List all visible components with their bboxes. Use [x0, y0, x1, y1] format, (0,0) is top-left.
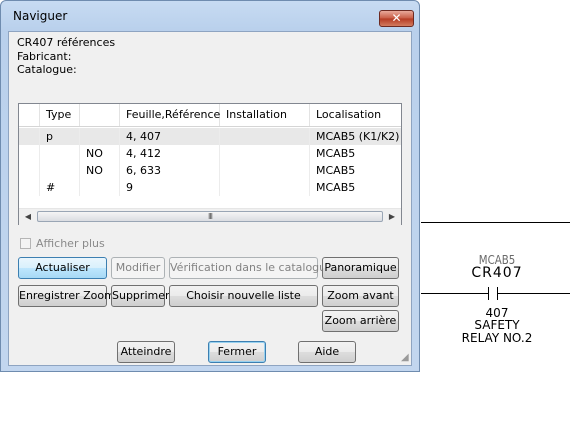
sheet-reference-cell: 4, 407 — [120, 128, 220, 145]
scroll-thumb[interactable]: III — [37, 211, 383, 222]
catalogue-label: Catalogue: — [17, 63, 77, 76]
type-cell — [40, 162, 80, 179]
row-cell — [19, 162, 40, 179]
refresh-button[interactable]: Actualiser — [18, 257, 107, 279]
fabricant-label: Fabricant: — [17, 50, 72, 63]
references-grid[interactable]: Type Feuille,Référence Installation Loca… — [18, 103, 402, 225]
modify-button[interactable]: Modifier — [111, 257, 165, 279]
table-row[interactable]: p 4, 407 MCAB5 (K1/K2) — [19, 128, 401, 145]
close-button[interactable]: Fermer — [208, 341, 266, 363]
zoom-in-button[interactable]: Zoom avant — [322, 285, 399, 307]
device-tag-label: CR407 — [471, 265, 523, 281]
grid-header: Type Feuille,Référence Installation Loca… — [19, 104, 401, 127]
delete-button[interactable]: Supprimer — [111, 285, 170, 307]
table-row[interactable]: NO 4, 412 MCAB5 — [19, 145, 401, 162]
sheet-reference-cell: 9 — [120, 179, 220, 196]
dialog-title: Naviguer — [13, 9, 68, 23]
title-bar[interactable]: Naviguer ✕ — [1, 1, 419, 31]
schematic-wire-left — [421, 293, 488, 294]
contact-plate-left — [488, 287, 489, 300]
column-header-installation[interactable]: Installation — [220, 104, 310, 126]
location-cell: MCAB5 — [316, 181, 356, 194]
save-zoom-button[interactable]: Enregistrer Zoom — [18, 285, 115, 307]
references-label: CR407 références — [17, 36, 116, 49]
close-icon: ✕ — [391, 11, 402, 25]
choose-list-button[interactable]: Choisir nouvelle liste — [169, 285, 318, 307]
column-header-location[interactable]: Localisation — [310, 104, 401, 126]
location-cell: MCAB5 (K1/K2) — [316, 130, 400, 143]
schematic-wire-right — [498, 293, 570, 294]
column-header[interactable] — [19, 104, 40, 126]
dialog-body: CR407 références Fabricant: Catalogue: T… — [8, 31, 412, 366]
description-line-2: RELAY NO.2 — [461, 331, 533, 345]
zoom-out-button[interactable]: Zoom arrière — [322, 310, 399, 332]
show-more-label: Afficher plus — [36, 237, 105, 250]
description-line-1: SAFETY — [474, 318, 520, 332]
help-button[interactable]: Aide — [298, 341, 356, 363]
installation-cell — [220, 162, 310, 179]
location-cell: MCAB5 — [316, 147, 356, 160]
contact-cell: NO — [80, 145, 120, 162]
contact-cell — [80, 128, 120, 145]
scroll-left-icon[interactable]: ◀ — [22, 211, 34, 223]
contact-cell — [80, 179, 120, 196]
row-cell — [19, 145, 40, 162]
type-cell — [40, 145, 80, 162]
type-cell: # — [40, 179, 80, 196]
table-row[interactable]: # 9 MCAB5 — [19, 179, 401, 196]
installation-cell — [220, 128, 310, 145]
installation-cell — [220, 179, 310, 196]
location-cell: MCAB5 — [316, 164, 356, 177]
resize-grip-icon[interactable]: ◢ — [401, 352, 413, 364]
horizontal-scrollbar[interactable]: ◀ III ▶ — [19, 208, 401, 225]
column-header-sheet-reference[interactable]: Feuille,Référence — [120, 104, 220, 126]
show-more-checkbox[interactable] — [20, 238, 31, 249]
type-cell: p — [40, 128, 80, 145]
contact-cell: NO — [80, 162, 120, 179]
scroll-right-icon[interactable]: ▶ — [386, 211, 398, 223]
schematic-wire-top — [421, 222, 570, 223]
column-header[interactable] — [80, 104, 120, 126]
pan-button[interactable]: Panoramique — [322, 257, 399, 279]
sheet-reference-cell: 6, 633 — [120, 162, 220, 179]
installation-cell — [220, 145, 310, 162]
column-header-type[interactable]: Type — [40, 104, 80, 126]
table-row[interactable]: NO 6, 633 MCAB5 — [19, 162, 401, 179]
close-window-button[interactable]: ✕ — [379, 10, 414, 27]
row-cell — [19, 179, 40, 196]
sheet-reference-cell: 4, 412 — [120, 145, 220, 162]
catalog-check-button[interactable]: Vérification dans le catalogue — [169, 257, 333, 279]
goto-button[interactable]: Atteindre — [117, 341, 175, 363]
row-cell — [19, 128, 40, 145]
navigator-dialog: Naviguer ✕ CR407 références Fabricant: C… — [0, 0, 420, 372]
